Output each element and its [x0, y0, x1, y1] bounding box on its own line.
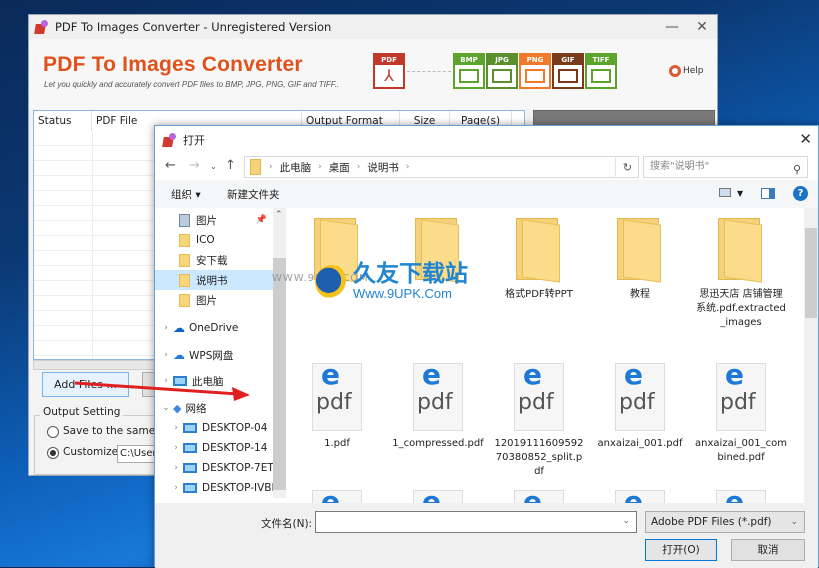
arrow-head — [232, 387, 250, 401]
annotation-arrow — [74, 381, 250, 401]
arrow-shaft — [74, 381, 239, 396]
